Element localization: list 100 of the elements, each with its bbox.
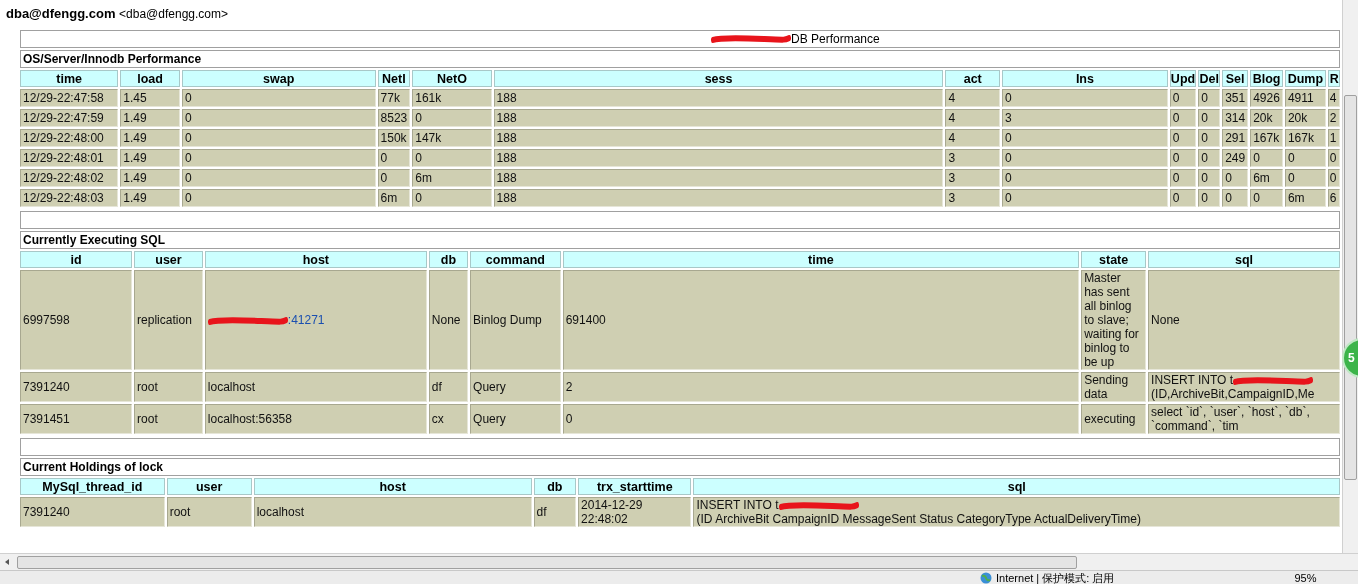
column-header: swap — [181, 70, 376, 87]
table-cell: root — [134, 404, 203, 434]
table-cell: 7391240 — [20, 497, 165, 527]
table-cell: Binlog Dump — [470, 270, 561, 370]
table-cell: 6997598 — [20, 270, 133, 370]
table-cell: 12/29-22:48:02 — [20, 169, 119, 187]
table-cell: 4 — [945, 89, 1000, 107]
table-cell: 167k — [1284, 129, 1326, 147]
column-header: load — [120, 70, 180, 87]
table-cell: 0 — [1222, 189, 1249, 207]
table-cell: 0 — [1327, 149, 1340, 167]
table-cell: Query — [470, 372, 561, 402]
table-cell: 0 — [181, 189, 376, 207]
table-cell: 0 — [1198, 109, 1221, 127]
column-header: Sel — [1222, 70, 1249, 87]
table-cell: 0 — [1002, 129, 1168, 147]
table-cell: 12/29-22:47:59 — [20, 109, 119, 127]
table-cell: Query — [470, 404, 561, 434]
column-header: host — [253, 478, 532, 495]
table-cell: 291 — [1222, 129, 1249, 147]
column-header: Del — [1198, 70, 1221, 87]
table-cell: 7391240 — [20, 372, 133, 402]
table-cell: 0 — [1222, 169, 1249, 187]
table-cell: 12/29-22:48:01 — [20, 149, 119, 167]
column-header: user — [166, 478, 252, 495]
table-cell: 0 — [1002, 89, 1168, 107]
column-header: sql — [693, 478, 1340, 495]
table-cell: 0 — [412, 189, 492, 207]
table-cell: 0 — [1169, 89, 1197, 107]
cell-text: (ID ArchiveBit CampaignID MessageSent Status CategoryType ActualDeliveryTime) — [696, 512, 1142, 526]
host-link[interactable]: :41271 — [287, 313, 325, 327]
section-title: OS/Server/Innodb Performance — [20, 50, 1340, 68]
table-cell: replication — [134, 270, 203, 370]
column-header: NetI — [377, 70, 411, 87]
table-cell: 0 — [1198, 189, 1221, 207]
table-cell: 0 — [181, 169, 376, 187]
column-header: state — [1081, 251, 1147, 268]
table-cell: 0 — [1169, 169, 1197, 187]
table-cell: 0 — [412, 109, 492, 127]
column-header: command — [470, 251, 561, 268]
table-cell: 1 — [1327, 129, 1340, 147]
table-cell: 0 — [1198, 169, 1221, 187]
section-title: Currently Executing SQL — [20, 231, 1340, 249]
column-header: db — [428, 251, 469, 268]
table-cell: 188 — [493, 129, 944, 147]
table-cell: 3 — [1002, 109, 1168, 127]
table-cell: 0 — [1250, 149, 1283, 167]
table-cell: 1.49 — [120, 149, 180, 167]
table-cell: 2 — [1327, 109, 1340, 127]
column-header: R — [1327, 70, 1340, 87]
table-cell: select `id`, `user`, `host`, `db`, `command`, `tim — [1148, 404, 1340, 434]
table-cell: 1.49 — [120, 169, 180, 187]
table-cell: 0 — [412, 149, 492, 167]
table-cell: 1.45 — [120, 89, 180, 107]
column-header: Upd — [1169, 70, 1197, 87]
table-cell: 3 — [945, 169, 1000, 187]
column-header: Dump — [1284, 70, 1326, 87]
table-cell: 0 — [1169, 189, 1197, 207]
table-cell: 188 — [493, 89, 944, 107]
table-cell: 2014-12-29 22:48:02 — [578, 497, 692, 527]
table-cell: executing — [1081, 404, 1147, 434]
column-header: sess — [493, 70, 944, 87]
column-header: Ins — [1002, 70, 1168, 87]
table-cell: 0 — [1169, 109, 1197, 127]
table-cell: 0 — [377, 169, 411, 187]
table-cell: 0 — [1198, 89, 1221, 107]
table-cell: 0 — [1002, 149, 1168, 167]
table-cell: 6 — [1327, 189, 1340, 207]
sender-name: dba@dfengg.com — [6, 6, 116, 21]
sender-address: <dba@dfengg.com> — [119, 7, 228, 21]
table-cell: 0 — [1284, 149, 1326, 167]
table-cell: 12/29-22:48:00 — [20, 129, 119, 147]
globe-icon — [980, 571, 992, 584]
table-cell: Master has sent all binlog to slave; waiting for binlog to be up — [1081, 270, 1147, 370]
table-cell: 0 — [562, 404, 1080, 434]
table-cell: None — [428, 270, 469, 370]
table-cell: 6m — [1284, 189, 1326, 207]
table-cell: 188 — [493, 169, 944, 187]
table-cell: 0 — [1250, 189, 1283, 207]
table-cell: root — [166, 497, 252, 527]
table-cell: 0 — [1169, 129, 1197, 147]
table-cell: 188 — [493, 109, 944, 127]
column-header: host — [204, 251, 427, 268]
column-header: act — [945, 70, 1000, 87]
security-zone-text: Internet | 保护模式: 启用 — [996, 570, 1115, 584]
table-cell: 0 — [1169, 149, 1197, 167]
table-cell: 1.49 — [120, 109, 180, 127]
table-cell: 77k — [377, 89, 411, 107]
table-cell: 6m — [377, 189, 411, 207]
table-cell: 0 — [1198, 129, 1221, 147]
table-cell: 0 — [1002, 169, 1168, 187]
column-header: sql — [1148, 251, 1340, 268]
column-header: NetO — [412, 70, 492, 87]
table-cell: 188 — [493, 189, 944, 207]
table-cell: 249 — [1222, 149, 1249, 167]
table-cell: 0 — [181, 149, 376, 167]
table-cell: 4926 — [1250, 89, 1283, 107]
table-cell: 147k — [412, 129, 492, 147]
table-cell: 0 — [181, 129, 376, 147]
zoom-level[interactable]: 95% — [1294, 570, 1317, 584]
